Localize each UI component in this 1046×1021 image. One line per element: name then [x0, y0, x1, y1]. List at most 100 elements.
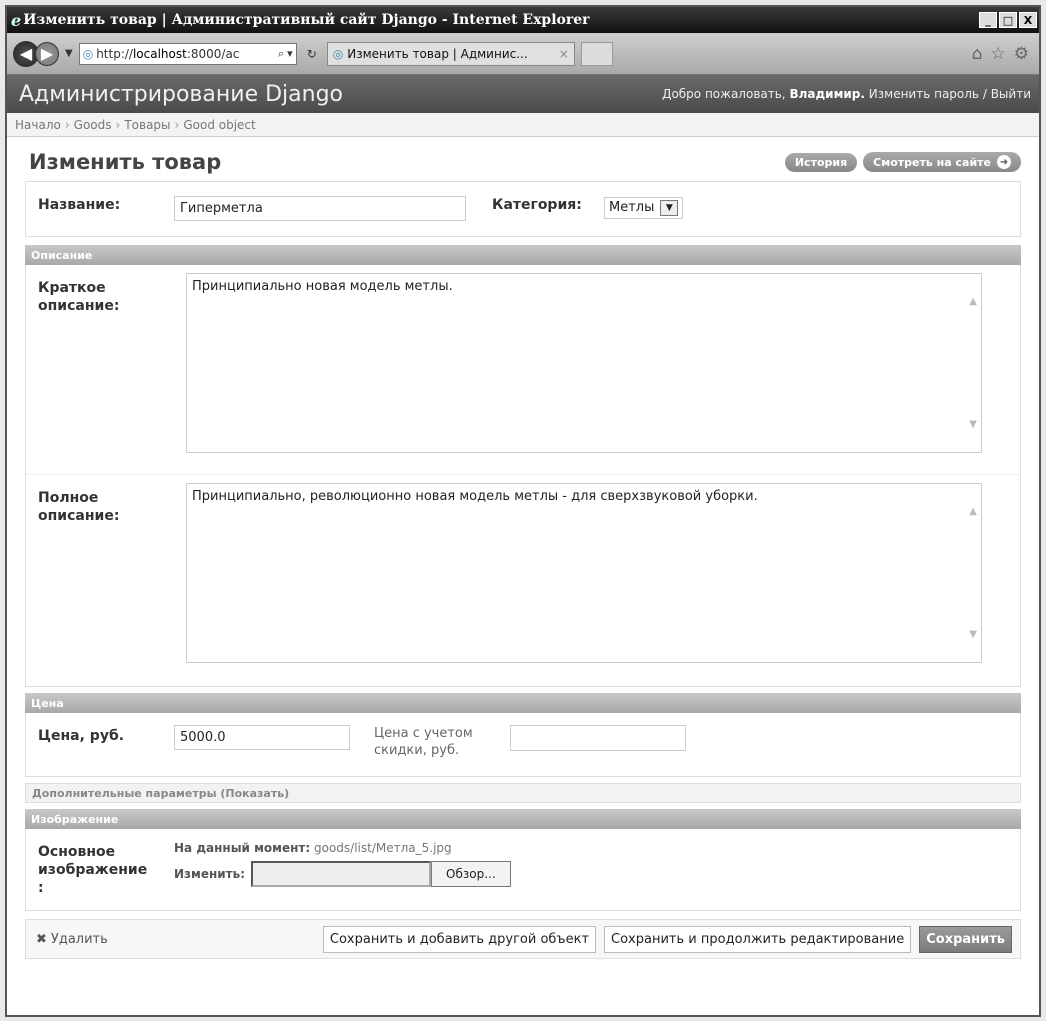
refresh-icon[interactable]: ↻ — [307, 47, 317, 61]
forward-button[interactable]: ▶ — [35, 41, 59, 66]
category-selected-value: Метлы — [609, 200, 655, 215]
name-label: Название: — [38, 197, 121, 213]
price-label: Цена, руб. — [38, 728, 125, 744]
url-host: localhost — [132, 46, 187, 61]
welcome-text: Добро пожаловать, — [662, 87, 786, 101]
scroll-up-icon[interactable]: ▲ — [969, 296, 977, 307]
file-path-field[interactable] — [251, 861, 432, 887]
extra-params-toggle[interactable]: Дополнительные параметры (Показать) — [32, 787, 289, 800]
description-section-header: Описание — [25, 245, 1021, 265]
discount-price-label-line2: скидки, руб. — [374, 743, 460, 758]
image-fieldset: Основное изображение : На данный момент:… — [25, 829, 1021, 911]
current-image-link[interactable]: goods/list/Метла_5.jpg — [314, 841, 452, 855]
delete-label: Удалить — [50, 931, 108, 947]
breadcrumb-object: Good object — [183, 117, 256, 132]
breadcrumb-app[interactable]: Goods — [74, 118, 112, 132]
extra-params-section-header[interactable]: Дополнительные параметры (Показать) — [25, 783, 1021, 803]
price-fieldset: Цена, руб. 5000.0 Цена с учетом скидки, … — [25, 713, 1021, 777]
navigation-bar: ◀ ▶ ▼ ◎ http://localhost:8000/ac ⌕ ▾ ↻ ◎… — [7, 33, 1039, 75]
breadcrumb-separator: › — [64, 117, 70, 132]
search-icon[interactable]: ⌕ — [278, 47, 284, 61]
content-area: Изменить товар История Смотреть на сайте… — [7, 137, 1039, 959]
price-input[interactable]: 5000.0 — [174, 725, 350, 750]
main-fieldset: Название: Гиперметла Категория: Метлы ▼ — [25, 181, 1021, 237]
breadcrumb-separator: › — [115, 117, 121, 132]
category-select[interactable]: Метлы ▼ — [604, 196, 684, 219]
full-description-value: Принципиально, революционно новая модель… — [192, 489, 758, 504]
history-dropdown-icon[interactable]: ▼ — [65, 48, 73, 59]
file-upload[interactable]: Обзор... — [251, 861, 511, 887]
maximize-button[interactable]: □ — [999, 12, 1017, 28]
browser-window: e Изменить товар | Административный сайт… — [5, 5, 1041, 1017]
form-row-image: Основное изображение : На данный момент:… — [26, 829, 1020, 897]
delete-link[interactable]: ✖ Удалить — [36, 932, 315, 947]
view-on-site-label: Смотреть на сайте — [873, 155, 991, 169]
scroll-down-icon[interactable]: ▼ — [969, 629, 977, 640]
form-row-full-description: Полное описание: Принципиально, революци… — [26, 475, 1020, 685]
breadcrumb-model[interactable]: Товары — [124, 118, 170, 132]
save-and-add-another-button[interactable]: Сохранить и добавить другой объект — [322, 925, 597, 953]
scroll-up-icon[interactable]: ▲ — [969, 506, 977, 517]
new-tab-button[interactable] — [580, 41, 613, 66]
window-controls: _ □ X — [979, 12, 1037, 28]
current-image-row: На данный момент: goods/list/Метла_5.jpg — [174, 841, 511, 855]
save-and-continue-button[interactable]: Сохранить и продолжить редактирование — [604, 925, 912, 953]
breadcrumb-home[interactable]: Начало — [15, 118, 61, 132]
delete-x-icon: ✖ — [36, 931, 47, 947]
admin-brand[interactable]: Администрирование Django — [19, 82, 662, 107]
favorites-star-icon[interactable]: ☆ — [991, 44, 1006, 64]
user-tools: Добро пожаловать, Владимир. Изменить пар… — [662, 87, 1031, 101]
view-on-site-button[interactable]: Смотреть на сайте ➜ — [863, 152, 1021, 172]
full-description-label: Полное описание: — [26, 475, 176, 525]
chevron-down-icon[interactable]: ▼ — [660, 199, 679, 216]
tab-title: Изменить товар | Админис... — [347, 46, 528, 61]
page-header: Изменить товар История Смотреть на сайте… — [25, 137, 1021, 181]
page-title: Изменить товар — [29, 150, 222, 174]
browser-tab[interactable]: ◎ Изменить товар | Админис... × — [326, 41, 575, 66]
short-description-value: Принципиально новая модель метлы. — [192, 279, 453, 294]
username: Владимир. — [789, 87, 865, 101]
gear-icon[interactable]: ⚙ — [1014, 44, 1029, 64]
home-icon[interactable]: ⌂ — [972, 44, 983, 64]
discount-price-input[interactable] — [510, 725, 686, 751]
address-url[interactable]: http://localhost:8000/ac — [96, 47, 275, 61]
tab-close-icon[interactable]: × — [559, 47, 569, 61]
logout-link[interactable]: Выйти — [991, 87, 1031, 101]
browse-button[interactable]: Обзор... — [431, 861, 511, 887]
form-row-name-category: Название: Гиперметла Категория: Метлы ▼ — [26, 182, 1020, 221]
url-rest: :8000/ac — [186, 46, 240, 61]
image-label: Основное изображение : — [26, 829, 174, 897]
discount-price-label: Цена с учетом скидки, руб. — [350, 713, 510, 759]
breadcrumb-separator: › — [174, 117, 180, 132]
image-label-line1: Основное — [38, 844, 116, 860]
short-description-textarea[interactable]: Принципиально новая модель метлы. ▲ ▼ — [186, 273, 982, 453]
category-label: Категория: — [492, 197, 582, 213]
history-button[interactable]: История — [784, 152, 858, 172]
full-description-label-line1: Полное — [38, 490, 99, 506]
discount-price-label-line1: Цена с учетом — [374, 726, 473, 741]
form-row-short-description: Краткое описание: Принципиально новая мо… — [26, 265, 1020, 475]
minimize-button[interactable]: _ — [979, 12, 997, 28]
tab-page-icon: ◎ — [332, 46, 344, 61]
image-label-line3: : — [38, 880, 44, 896]
address-dropdown-icon[interactable]: ▾ — [287, 47, 293, 60]
short-description-label-line1: Краткое — [38, 280, 106, 296]
back-arrow-icon: ◀ — [19, 44, 33, 63]
full-description-textarea[interactable]: Принципиально, революционно новая модель… — [186, 483, 982, 663]
current-image-label: На данный момент: — [174, 841, 311, 855]
change-password-link[interactable]: Изменить пароль — [869, 87, 979, 101]
ie-logo-icon: e — [11, 10, 22, 30]
address-bar[interactable]: ◎ http://localhost:8000/ac ⌕ ▾ — [78, 42, 297, 65]
title-bar: e Изменить товар | Административный сайт… — [7, 7, 1039, 33]
price-section-header: Цена — [25, 693, 1021, 713]
short-description-label-line2: описание: — [38, 298, 120, 314]
window-title: Изменить товар | Административный сайт D… — [23, 12, 590, 28]
save-button[interactable]: Сохранить — [919, 925, 1012, 953]
scroll-down-icon[interactable]: ▼ — [969, 419, 977, 430]
breadcrumb: Начало › Goods › Товары › Good object — [7, 113, 1039, 137]
name-input[interactable]: Гиперметла — [174, 196, 466, 221]
history-label: История — [794, 155, 848, 169]
admin-header: Администрирование Django Добро пожаловат… — [7, 75, 1039, 113]
close-button[interactable]: X — [1019, 12, 1037, 28]
short-description-label: Краткое описание: — [26, 265, 176, 315]
